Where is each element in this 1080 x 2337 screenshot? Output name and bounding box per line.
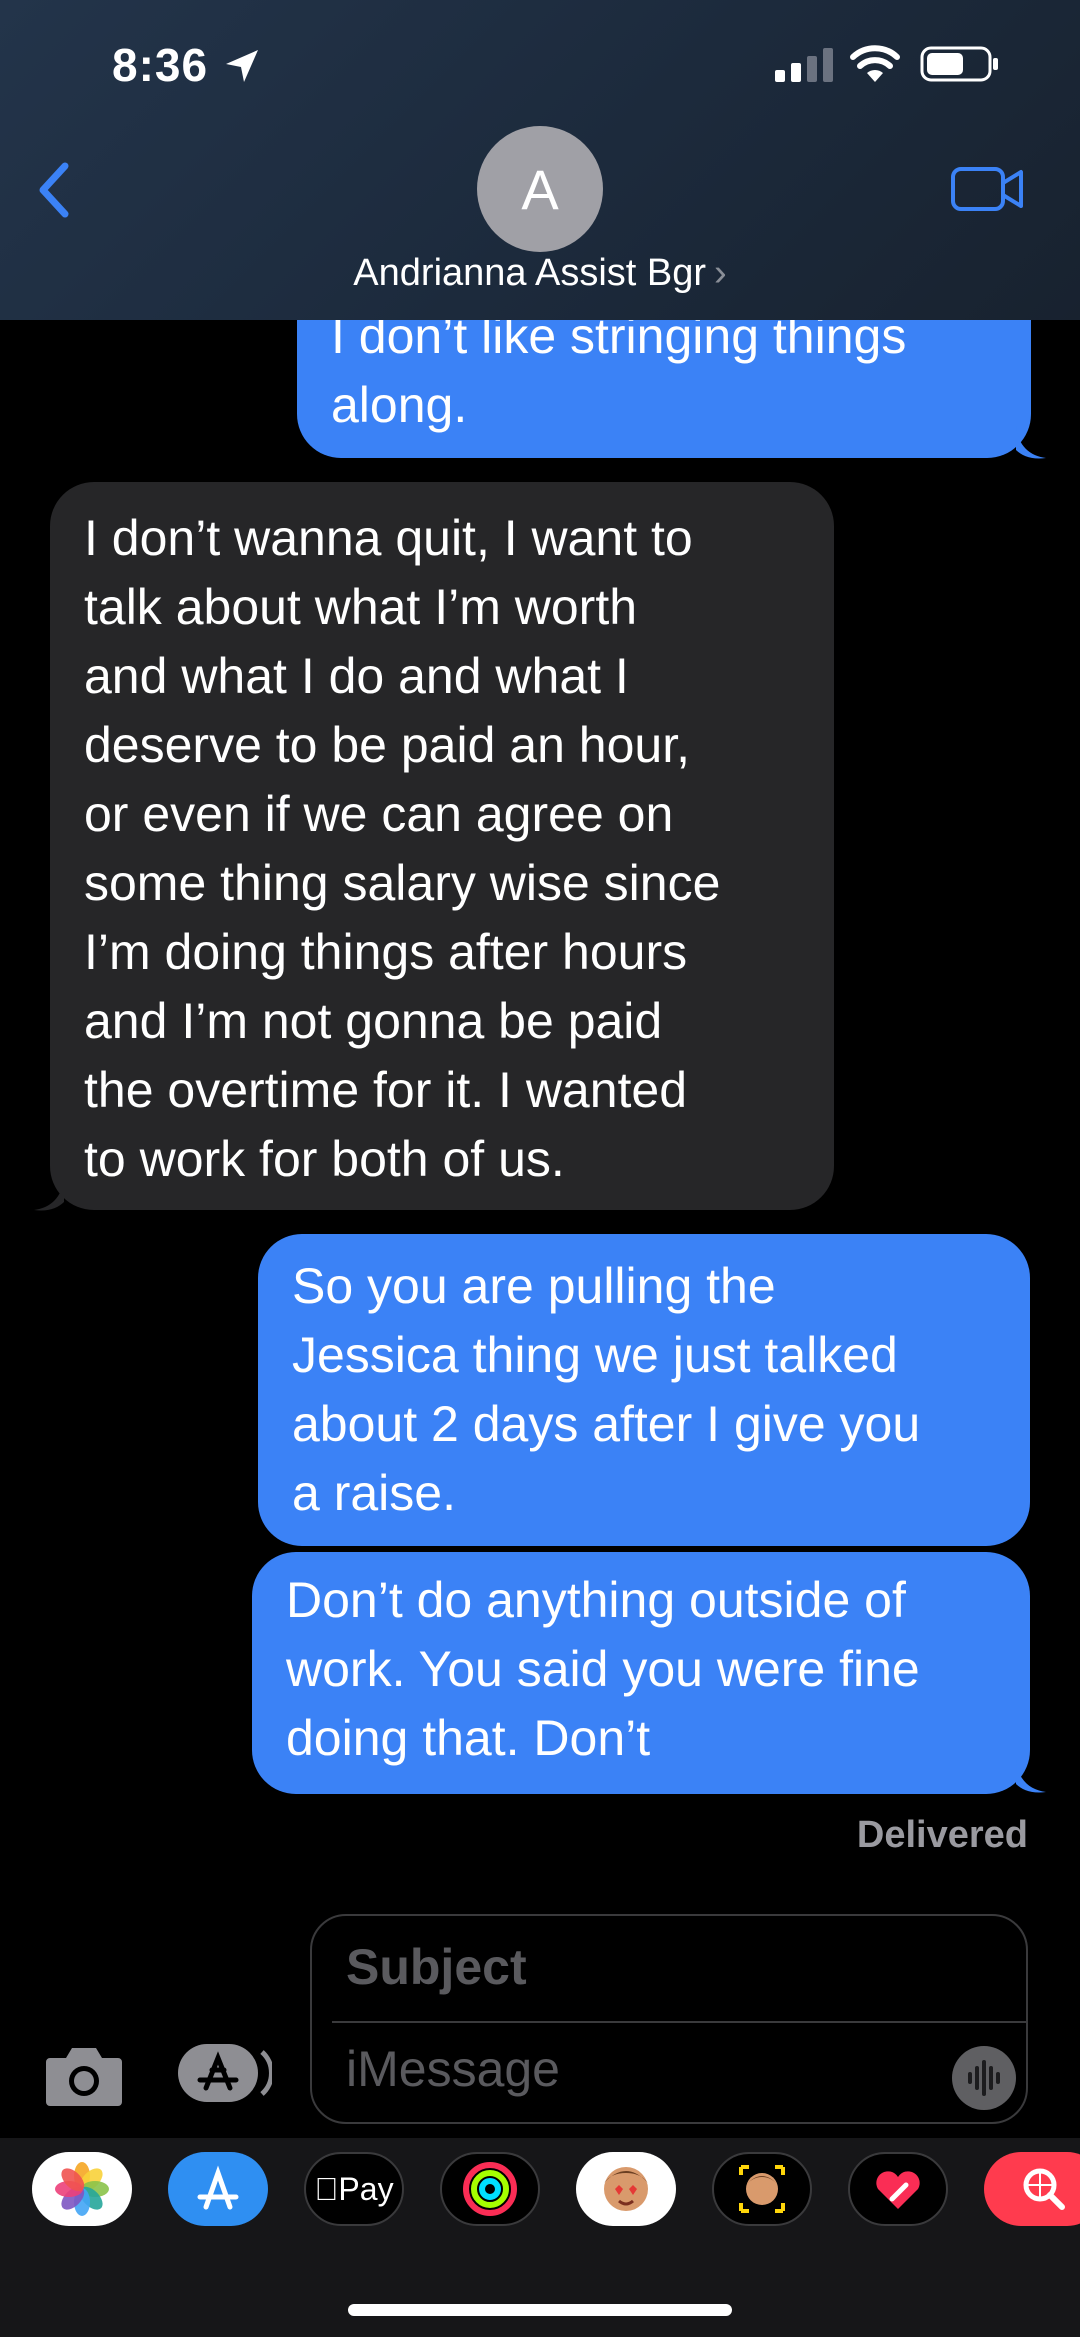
status-time: 8:36 <box>112 39 209 91</box>
digital-touch-icon[interactable] <box>848 2152 948 2226</box>
message-bubble-outgoing[interactable]: Don’t do anything outside of work. You s… <box>252 1552 1030 1794</box>
bubble-tail <box>1016 426 1046 459</box>
apple-pay-label: Pay <box>326 2170 393 2207</box>
back-chevron-icon[interactable] <box>35 160 75 220</box>
audio-record-button[interactable] <box>952 2046 1016 2110</box>
message-bubble-incoming[interactable]: I don’t wanna quit, I want to talk about… <box>50 482 834 1210</box>
contact-avatar[interactable]: A <box>477 126 603 252</box>
app-store-icon[interactable] <box>168 2152 268 2226</box>
app-store-button-icon[interactable] <box>176 2042 272 2104</box>
location-arrow-icon <box>226 50 258 82</box>
compose-divider <box>332 2021 1026 2023</box>
cellular-signal-icon <box>775 48 833 82</box>
delivered-status: Delivered <box>856 1814 1028 1856</box>
bubble-tail <box>1016 1760 1046 1793</box>
chevron-right-icon: › <box>714 252 727 294</box>
wifi-icon <box>850 45 900 82</box>
memoji-camera-icon[interactable] <box>712 2152 812 2226</box>
message-bubble-outgoing[interactable]: So you are pulling the Jessica thing we … <box>258 1234 1030 1546</box>
photos-app-icon[interactable] <box>32 2152 132 2226</box>
contact-name-row[interactable]: Andrianna Assist Bgr › <box>0 252 1080 295</box>
activity-icon[interactable] <box>440 2152 540 2226</box>
apple-pay-icon[interactable]: Pay <box>304 2152 404 2226</box>
images-search-icon[interactable] <box>984 2152 1080 2226</box>
avatar-initial: A <box>521 157 559 221</box>
subject-input[interactable]: Subject <box>346 1938 527 1996</box>
camera-icon[interactable] <box>44 2042 124 2108</box>
battery-icon <box>920 46 998 82</box>
imessage-input[interactable]: iMessage <box>346 2040 560 2098</box>
waveform-icon <box>968 2060 1000 2096</box>
bubble-tail <box>34 1178 64 1211</box>
memoji-stickers-icon[interactable] <box>576 2152 676 2226</box>
facetime-video-icon[interactable] <box>950 166 1024 212</box>
compose-field[interactable]: Subject iMessage <box>310 1914 1028 2124</box>
conversation-header: 8:36 A Andrianna Assist Bgr › <box>0 0 1080 320</box>
contact-name: Andrianna Assist Bgr <box>353 252 707 294</box>
home-indicator[interactable] <box>348 2304 732 2316</box>
